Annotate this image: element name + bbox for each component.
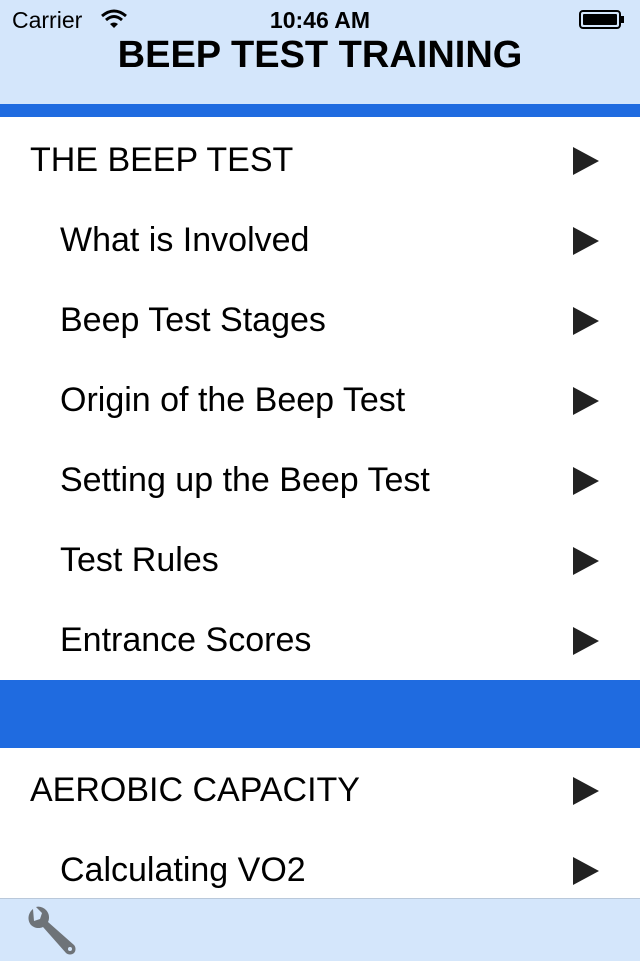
list-item-label: Test Rules — [60, 541, 219, 579]
play-arrow-icon — [573, 777, 599, 805]
nav-accent-divider — [0, 104, 640, 117]
list-item-test-rules[interactable]: Test Rules — [0, 520, 640, 600]
play-arrow-icon — [573, 547, 599, 575]
list-item-origin-of-the-beep-test[interactable]: Origin of the Beep Test — [0, 360, 640, 440]
play-arrow-icon — [573, 307, 599, 335]
play-arrow-icon — [573, 147, 599, 175]
list-item-beep-test-stages[interactable]: Beep Test Stages — [0, 280, 640, 360]
list-item-label: Entrance Scores — [60, 621, 312, 659]
play-arrow-icon — [573, 627, 599, 655]
battery-icon — [579, 10, 624, 29]
section-header-the-beep-test[interactable]: THE BEEP TEST — [0, 120, 640, 200]
list-item-what-is-involved[interactable]: What is Involved — [0, 200, 640, 280]
navigation-bar: BEEP TEST TRAINING — [0, 34, 640, 104]
section-header-label: AEROBIC CAPACITY — [30, 771, 360, 809]
section-divider — [0, 680, 640, 748]
play-arrow-icon — [573, 227, 599, 255]
bottom-toolbar — [0, 898, 640, 961]
section-header-aerobic-capacity[interactable]: AEROBIC CAPACITY — [0, 750, 640, 830]
play-arrow-icon — [573, 857, 599, 885]
list-item-entrance-scores[interactable]: Entrance Scores — [0, 600, 640, 680]
list-item-label: What is Involved — [60, 221, 310, 259]
page-title: BEEP TEST TRAINING — [117, 34, 523, 76]
status-time: 10:46 AM — [269, 7, 371, 33]
list-item-label: Beep Test Stages — [60, 301, 326, 339]
play-arrow-icon — [573, 467, 599, 495]
wrench-icon[interactable] — [24, 903, 80, 959]
list-item-setting-up-the-beep-test[interactable]: Setting up the Beep Test — [0, 440, 640, 520]
list-item-label: Setting up the Beep Test — [60, 461, 430, 499]
play-arrow-icon — [573, 387, 599, 415]
list-item-label: Origin of the Beep Test — [60, 381, 406, 419]
section-header-label: THE BEEP TEST — [30, 141, 294, 179]
